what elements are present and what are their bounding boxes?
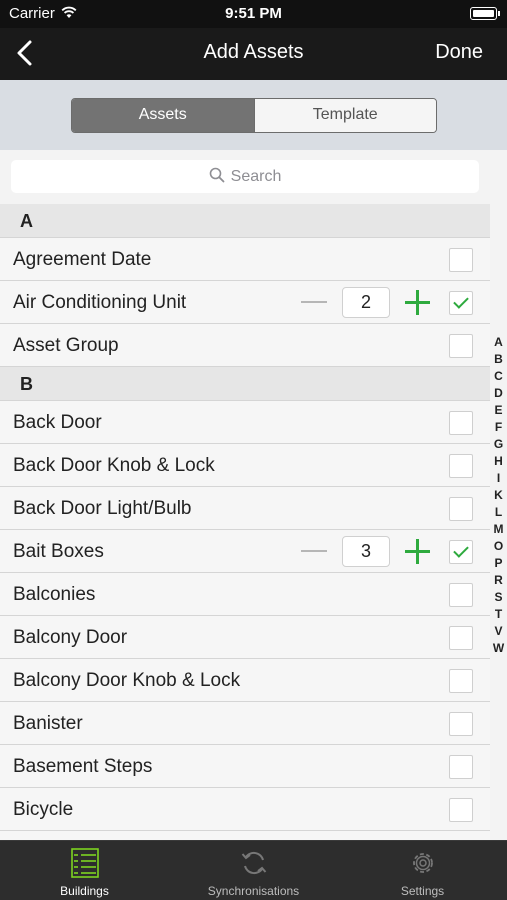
page-title: Add Assets bbox=[203, 41, 304, 63]
status-time: 9:51 PM bbox=[225, 5, 282, 22]
index-letter[interactable]: P bbox=[490, 555, 507, 572]
index-letter[interactable]: C bbox=[490, 368, 507, 385]
asset-row[interactable]: Back Door bbox=[0, 401, 490, 444]
asset-row[interactable]: Balconies bbox=[0, 573, 490, 616]
tab-settings[interactable]: Settings bbox=[338, 841, 507, 900]
increment-button[interactable] bbox=[405, 290, 430, 315]
asset-label: Air Conditioning Unit bbox=[13, 292, 187, 313]
index-letter[interactable]: W bbox=[490, 640, 507, 657]
asset-row[interactable]: Back Door Light/Bulb bbox=[0, 487, 490, 530]
index-letter[interactable]: M bbox=[490, 521, 507, 538]
index-letter[interactable]: L bbox=[490, 504, 507, 521]
index-letter[interactable]: S bbox=[490, 589, 507, 606]
asset-label: Asset Group bbox=[13, 335, 119, 356]
index-letter[interactable]: R bbox=[490, 572, 507, 589]
asset-checkbox[interactable] bbox=[449, 712, 473, 736]
asset-label: Bait Boxes bbox=[13, 541, 104, 562]
asset-row[interactable] bbox=[0, 831, 490, 840]
tab-label: Buildings bbox=[60, 884, 109, 898]
tab-buildings[interactable]: Buildings bbox=[0, 841, 169, 900]
asset-checkbox[interactable] bbox=[449, 798, 473, 822]
asset-label: Back Door Knob & Lock bbox=[13, 455, 215, 476]
asset-label: Banister bbox=[13, 713, 83, 734]
index-letter[interactable]: O bbox=[490, 538, 507, 555]
asset-checkbox[interactable] bbox=[449, 540, 473, 564]
asset-row[interactable]: Back Door Knob & Lock bbox=[0, 444, 490, 487]
segment-assets[interactable]: Assets bbox=[72, 99, 254, 132]
quantity-field[interactable]: 3 bbox=[342, 536, 390, 567]
asset-checkbox[interactable] bbox=[449, 411, 473, 435]
section-header-a: A bbox=[0, 204, 490, 238]
asset-row[interactable]: Banister bbox=[0, 702, 490, 745]
asset-row[interactable]: Basement Steps bbox=[0, 745, 490, 788]
asset-row[interactable]: Asset Group bbox=[0, 324, 490, 367]
segment-area: Assets Template bbox=[0, 80, 507, 150]
index-letter[interactable]: I bbox=[490, 470, 507, 487]
asset-row[interactable]: Bicycle bbox=[0, 788, 490, 831]
battery-icon bbox=[470, 7, 500, 20]
index-letter[interactable]: V bbox=[490, 623, 507, 640]
increment-button[interactable] bbox=[405, 539, 430, 564]
asset-row[interactable]: Balcony Door bbox=[0, 616, 490, 659]
index-letter[interactable]: B bbox=[490, 351, 507, 368]
asset-row[interactable]: Agreement Date bbox=[0, 238, 490, 281]
asset-row[interactable]: Air Conditioning Unit 2 bbox=[0, 281, 490, 324]
tab-label: Synchronisations bbox=[207, 884, 300, 898]
asset-label: Balcony Door bbox=[13, 627, 128, 648]
index-letter[interactable]: T bbox=[490, 606, 507, 623]
asset-checkbox[interactable] bbox=[449, 669, 473, 693]
index-letter[interactable]: E bbox=[490, 402, 507, 419]
decrement-button[interactable] bbox=[301, 301, 327, 303]
asset-row[interactable]: Bait Boxes 3 bbox=[0, 530, 490, 573]
tab-synchronisations[interactable]: Synchronisations bbox=[169, 841, 338, 900]
status-bar: Carrier 9:51 PM bbox=[0, 0, 507, 28]
asset-label: Balconies bbox=[13, 584, 96, 605]
search-placeholder: Search bbox=[230, 168, 282, 185]
asset-label: Basement Steps bbox=[13, 756, 153, 777]
asset-checkbox[interactable] bbox=[449, 626, 473, 650]
asset-checkbox[interactable] bbox=[449, 248, 473, 272]
asset-checkbox[interactable] bbox=[449, 583, 473, 607]
asset-list[interactable]: A Agreement Date Air Conditioning Unit 2… bbox=[0, 204, 490, 840]
index-letter[interactable]: G bbox=[490, 436, 507, 453]
index-letter[interactable]: H bbox=[490, 453, 507, 470]
asset-label: Bicycle bbox=[13, 799, 74, 820]
quantity-field[interactable]: 2 bbox=[342, 287, 390, 318]
index-letter[interactable]: D bbox=[490, 385, 507, 402]
asset-checkbox[interactable] bbox=[449, 334, 473, 358]
navigation-bar: Add Assets Done bbox=[0, 28, 507, 80]
sync-icon bbox=[241, 851, 267, 875]
tab-bar: Buildings Synchronisations Settings bbox=[0, 840, 507, 900]
asset-label: Agreement Date bbox=[13, 249, 152, 270]
index-letter[interactable]: F bbox=[490, 419, 507, 436]
section-index-letters[interactable]: ABCDEFGHIKLMOPRSTVW bbox=[490, 334, 507, 657]
done-button[interactable]: Done bbox=[435, 41, 483, 64]
section-index-bar[interactable]: ABCDEFGHIKLMOPRSTVW bbox=[490, 204, 507, 840]
asset-checkbox[interactable] bbox=[449, 497, 473, 521]
index-letter[interactable]: A bbox=[490, 334, 507, 351]
section-header-b: B bbox=[0, 367, 490, 401]
asset-label: Back Door Light/Bulb bbox=[13, 498, 192, 519]
asset-label: Back Door bbox=[13, 412, 102, 433]
asset-label: Balcony Door Knob & Lock bbox=[13, 670, 241, 691]
search-input[interactable]: Search bbox=[11, 160, 479, 193]
segment-template[interactable]: Template bbox=[253, 99, 436, 132]
asset-checkbox[interactable] bbox=[449, 755, 473, 779]
asset-checkbox[interactable] bbox=[449, 291, 473, 315]
index-letter[interactable]: K bbox=[490, 487, 507, 504]
search-area: Search bbox=[0, 150, 490, 204]
tab-label: Settings bbox=[400, 884, 445, 898]
buildings-icon bbox=[71, 848, 99, 878]
asset-checkbox[interactable] bbox=[449, 454, 473, 478]
decrement-button[interactable] bbox=[301, 550, 327, 552]
asset-row[interactable]: Balcony Door Knob & Lock bbox=[0, 659, 490, 702]
gear-icon bbox=[413, 853, 433, 873]
search-icon bbox=[209, 167, 225, 183]
segmented-control: Assets Template bbox=[71, 98, 437, 133]
